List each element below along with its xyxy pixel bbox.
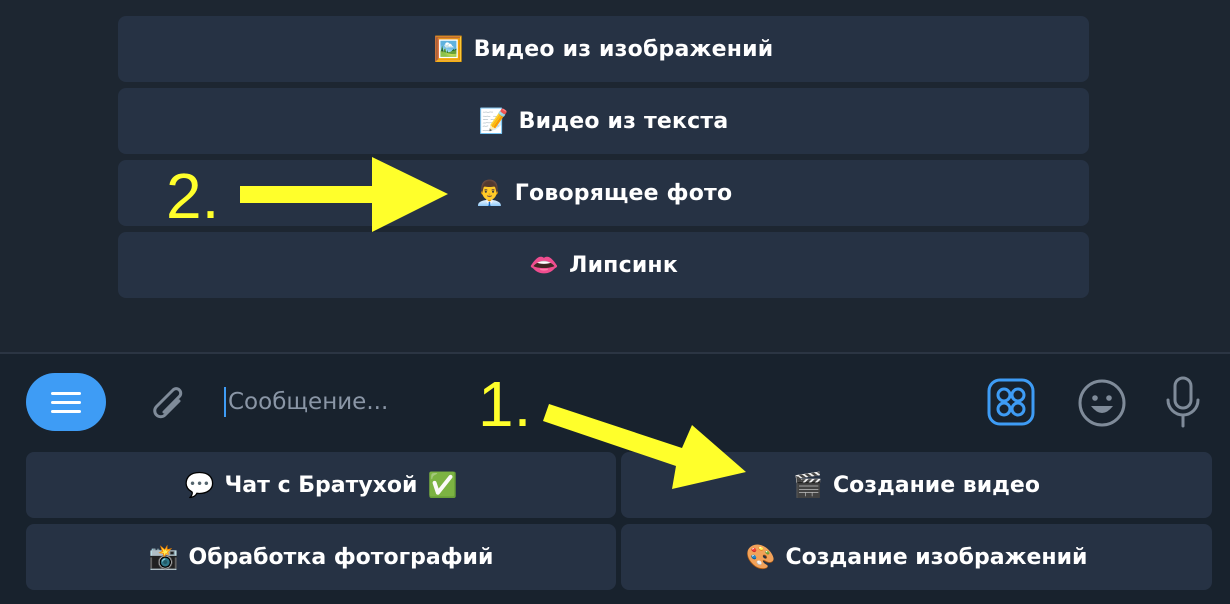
inline-button-lipsync[interactable]: 👄 Липсинк bbox=[118, 232, 1089, 298]
inline-button-talking-photo[interactable]: 👨‍💼 Говорящее фото bbox=[118, 160, 1089, 226]
sticker-keyboard-icon bbox=[987, 378, 1035, 426]
microphone-icon bbox=[1166, 376, 1200, 428]
message-input[interactable]: Сообщение... bbox=[224, 384, 924, 420]
emoji-button[interactable] bbox=[1076, 377, 1128, 429]
message-composer: Сообщение... bbox=[0, 354, 1230, 450]
reply-button-chat[interactable]: 💬 Чат с Братухой ✅ bbox=[26, 452, 616, 518]
reply-button-photo-processing[interactable]: 📸 Обработка фотографий bbox=[26, 524, 616, 590]
check-mark-icon: ✅ bbox=[427, 471, 458, 499]
inline-button-label: Липсинк bbox=[569, 252, 678, 278]
camera-flash-icon: 📸 bbox=[148, 543, 179, 571]
reply-button-label: Обработка фотографий bbox=[188, 544, 494, 570]
attach-button[interactable] bbox=[142, 376, 192, 428]
reply-button-create-video[interactable]: 🎬 Создание видео bbox=[621, 452, 1212, 518]
picture-icon: 🖼️ bbox=[433, 35, 464, 63]
menu-icon bbox=[51, 391, 81, 395]
memo-icon: 📝 bbox=[478, 107, 509, 135]
inline-button-video-from-images[interactable]: 🖼️ Видео из изображений bbox=[118, 16, 1089, 82]
inline-button-video-from-text[interactable]: 📝 Видео из текста bbox=[118, 88, 1089, 154]
voice-message-button[interactable] bbox=[1158, 374, 1208, 430]
message-placeholder: Сообщение... bbox=[228, 389, 389, 415]
annotation-step-1: 1. bbox=[478, 368, 532, 440]
lips-icon: 👄 bbox=[529, 251, 560, 279]
reply-button-create-images[interactable]: 🎨 Создание изображений bbox=[621, 524, 1212, 590]
inline-button-label: Видео из изображений bbox=[473, 36, 774, 62]
inline-button-label: Говорящее фото bbox=[514, 180, 733, 206]
reply-button-label: Чат с Братухой bbox=[224, 472, 418, 498]
bot-keyboard-toggle-button[interactable] bbox=[986, 377, 1036, 427]
bot-menu-button[interactable] bbox=[26, 373, 106, 431]
emoji-icon bbox=[1078, 379, 1126, 427]
clapper-board-icon: 🎬 bbox=[793, 471, 823, 499]
annotation-step-2: 2. bbox=[166, 160, 220, 232]
inline-button-label: Видео из текста bbox=[518, 108, 729, 134]
palette-icon: 🎨 bbox=[745, 543, 776, 571]
reply-button-label: Создание видео bbox=[832, 472, 1040, 498]
reply-button-label: Создание изображений bbox=[785, 544, 1088, 570]
person-icon: 👨‍💼 bbox=[474, 179, 505, 207]
speech-bubble-icon: 💬 bbox=[184, 471, 215, 499]
attach-icon bbox=[153, 387, 183, 419]
text-caret bbox=[224, 387, 226, 417]
